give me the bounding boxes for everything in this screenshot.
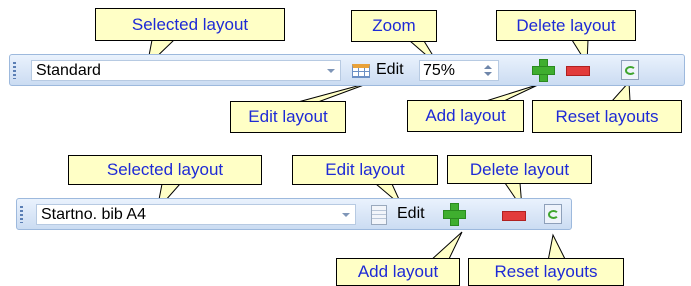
add-icon[interactable] — [443, 203, 466, 226]
layout-toolbar-2: Startno. bib A4 Edit — [16, 198, 572, 230]
callout-reset-layouts: Reset layouts — [532, 100, 682, 133]
callout-selected-layout: Selected layout — [68, 155, 262, 185]
layout-toolbar-1: Standard Edit 75% — [9, 54, 685, 86]
pointer-add-layout-1 — [485, 83, 541, 102]
edit-grid-icon[interactable] — [352, 64, 370, 78]
add-icon[interactable] — [532, 59, 555, 82]
layout-select[interactable]: Startno. bib A4 — [36, 204, 356, 225]
callout-edit-layout: Edit layout — [292, 155, 438, 185]
callout-delete-layout: Delete layout — [496, 10, 636, 41]
callout-add-layout: Add layout — [336, 258, 460, 286]
grip-icon[interactable] — [13, 62, 16, 79]
grip-icon[interactable] — [20, 206, 23, 223]
combo-arrow-icon[interactable] — [342, 213, 350, 217]
zoom-value: 75% — [423, 62, 456, 79]
pointer-add-layout-2 — [428, 231, 463, 262]
zoom-input[interactable]: 75% — [419, 60, 499, 81]
layout-select-value: Startno. bib A4 — [41, 206, 146, 223]
callout-selected-layout: Selected layout — [95, 8, 285, 41]
layout-select[interactable]: Standard — [31, 60, 341, 81]
spin-down-icon[interactable] — [484, 72, 492, 76]
callout-pointers — [146, 39, 631, 262]
combo-arrow-icon[interactable] — [327, 69, 335, 73]
spin-up-icon[interactable] — [484, 65, 492, 69]
callout-edit-layout: Edit layout — [230, 101, 346, 133]
callout-reset-layouts: Reset layouts — [468, 258, 624, 286]
edit-doc-icon[interactable] — [371, 205, 387, 225]
layout-select-value: Standard — [36, 62, 101, 79]
callout-add-layout: Add layout — [407, 100, 524, 132]
reset-icon[interactable] — [621, 60, 639, 80]
edit-button-label[interactable]: Edit — [376, 61, 404, 79]
callout-delete-layout: Delete layout — [447, 155, 592, 184]
edit-button-label[interactable]: Edit — [397, 205, 425, 223]
delete-icon[interactable] — [566, 66, 590, 76]
reset-icon[interactable] — [544, 204, 562, 224]
callout-zoom: Zoom — [351, 10, 437, 42]
delete-icon[interactable] — [502, 211, 526, 221]
